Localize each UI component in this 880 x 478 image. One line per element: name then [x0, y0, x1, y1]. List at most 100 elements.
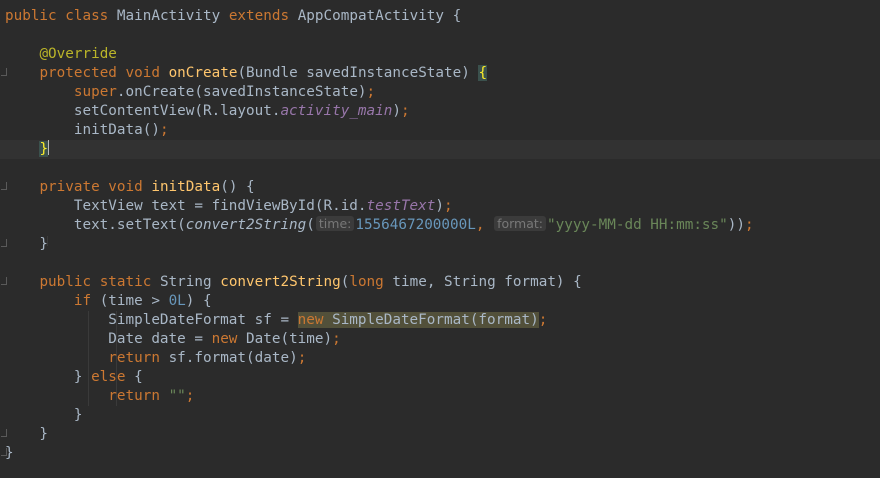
code-line[interactable]: return "";	[0, 387, 880, 406]
code-token: super	[73, 84, 117, 100]
code-token: ) {	[185, 293, 212, 309]
code-token: new	[211, 331, 247, 347]
code-line[interactable]: super.onCreate(savedInstanceState);	[0, 83, 880, 102]
code-line[interactable]	[0, 26, 880, 45]
text-caret	[48, 140, 50, 155]
code-token: return	[108, 388, 169, 404]
code-line[interactable]: setContentView(R.layout.activity_main);	[0, 102, 880, 121]
code-token: setContentView(R.layout.	[5, 103, 281, 119]
code-text: Date date = new Date(time);	[5, 330, 341, 349]
code-token: ;	[159, 122, 169, 138]
code-text: text.setText(convert2String(time: 1556467…	[5, 216, 754, 235]
code-text: TextView text = findViewById(R.id.testTe…	[5, 197, 453, 216]
code-token: text.setText(	[5, 217, 186, 233]
code-line[interactable]: SimpleDateFormat sf = new SimpleDateForm…	[0, 311, 880, 330]
parameter-hint: format:	[494, 216, 546, 231]
code-token: ;	[366, 84, 376, 100]
code-text: if (time > 0L) {	[5, 292, 212, 311]
code-token: ))	[727, 217, 745, 233]
code-token: }	[5, 369, 92, 385]
code-line[interactable]: if (time > 0L) {	[0, 292, 880, 311]
code-text: return sf.format(date);	[5, 349, 306, 368]
code-token: String	[159, 274, 221, 290]
code-text: setContentView(R.layout.activity_main);	[5, 102, 410, 121]
code-line[interactable]: text.setText(convert2String(time: 1556467…	[0, 216, 880, 235]
code-line[interactable]: TextView text = findViewById(R.id.testTe…	[0, 197, 880, 216]
code-token: .onCreate(savedInstanceState)	[116, 84, 367, 100]
code-text: protected void onCreate(Bundle savedInst…	[5, 64, 488, 83]
code-token: TextView text = findViewById(R.id.	[5, 198, 367, 214]
code-token: }	[5, 407, 83, 423]
code-text: }	[5, 406, 83, 425]
code-text: initData();	[5, 121, 169, 140]
code-line[interactable]: initData();	[0, 121, 880, 140]
code-line[interactable]: }	[0, 444, 880, 463]
code-token: long	[349, 274, 393, 290]
code-line[interactable]: protected void onCreate(Bundle savedInst…	[0, 64, 880, 83]
code-token: initData	[151, 179, 221, 195]
parameter-hint: time:	[315, 216, 355, 231]
code-token: time, String format) {	[392, 274, 582, 290]
code-line[interactable]: public static String convert2String(long…	[0, 273, 880, 292]
code-token: if	[73, 293, 100, 309]
code-token: (	[306, 217, 315, 233]
code-text: SimpleDateFormat sf = new SimpleDateForm…	[5, 311, 547, 330]
code-line[interactable]	[0, 254, 880, 273]
code-token: convert2String	[220, 274, 341, 290]
code-text: @Override	[5, 45, 116, 64]
code-text: }	[5, 444, 14, 463]
code-token: private void	[39, 179, 152, 195]
code-text: }	[5, 425, 48, 444]
code-token: ;	[400, 103, 410, 119]
code-token: testText	[366, 198, 436, 214]
code-token: public static	[39, 274, 160, 290]
code-token: {	[134, 369, 143, 385]
code-text: } else {	[5, 368, 143, 387]
code-line[interactable]: @Override	[0, 45, 880, 64]
code-token: )	[435, 198, 444, 214]
code-line[interactable]: public class MainActivity extends AppCom…	[0, 7, 880, 26]
code-token: ;	[744, 217, 754, 233]
code-line[interactable]: }	[0, 425, 880, 444]
code-line-current[interactable]: }	[0, 140, 880, 159]
code-line[interactable]	[0, 159, 880, 178]
code-line[interactable]: private void initData() {	[0, 178, 880, 197]
code-line[interactable]: Date date = new Date(time);	[0, 330, 880, 349]
code-token: public class	[5, 8, 117, 24]
code-token: (Bundle savedInstanceState)	[237, 65, 479, 81]
code-line[interactable]: return sf.format(date);	[0, 349, 880, 368]
code-token: ,	[475, 217, 494, 233]
code-text: }	[5, 140, 50, 159]
code-token: SimpleDateFormat(format)	[332, 312, 539, 328]
code-token: return	[108, 350, 169, 366]
code-text: public class MainActivity extends AppCom…	[5, 7, 461, 26]
code-text: super.onCreate(savedInstanceState);	[5, 83, 375, 102]
code-token: MainActivity	[116, 8, 229, 24]
matched-brace: {	[478, 65, 488, 81]
code-token: new	[297, 312, 333, 328]
code-token: ;	[444, 198, 453, 214]
code-token: ""	[168, 388, 186, 404]
code-token: ;	[332, 331, 341, 347]
code-token: }	[5, 426, 49, 442]
code-line[interactable]: }	[0, 406, 880, 425]
code-token: }	[5, 236, 49, 252]
code-line[interactable]: } else {	[0, 368, 880, 387]
code-token: )	[392, 103, 401, 119]
code-line[interactable]: }	[0, 235, 880, 254]
code-token: activity_main	[280, 103, 393, 119]
highlighted-expression: new SimpleDateFormat(format)	[297, 312, 539, 328]
code-token: (time >	[99, 293, 169, 309]
matched-brace: }	[39, 141, 49, 157]
code-token: else	[91, 369, 135, 385]
code-token: Date(time)	[246, 331, 333, 347]
code-token: SimpleDateFormat sf =	[5, 312, 298, 328]
code-editor[interactable]: public class MainActivity extends AppCom…	[0, 0, 880, 478]
